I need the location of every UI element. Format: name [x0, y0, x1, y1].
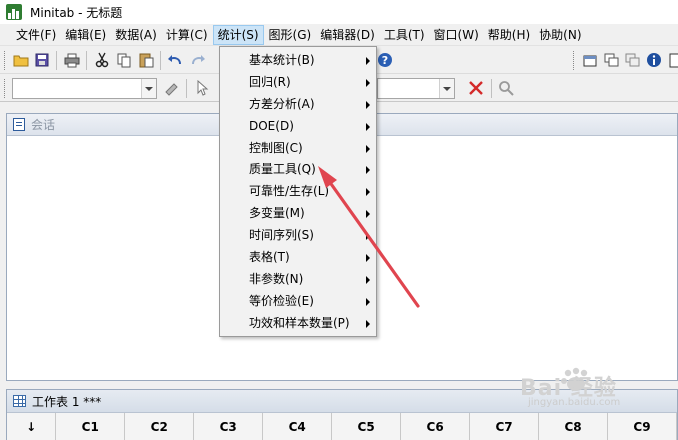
- menu-item[interactable]: 编辑器(D): [316, 25, 379, 45]
- submenu-arrow-icon: [366, 319, 370, 328]
- stat-menu-item-label: 功效和样本数量(P): [249, 315, 350, 330]
- column-header[interactable]: C3: [194, 413, 264, 440]
- chevron-down-icon[interactable]: [141, 79, 156, 98]
- stat-menu-item[interactable]: 时间序列(S): [220, 225, 376, 247]
- submenu-arrow-icon: [366, 166, 370, 175]
- session-title: 会话: [31, 118, 56, 132]
- submenu-arrow-icon: [366, 122, 370, 131]
- stat-menu-item-label: 时间序列(S): [249, 228, 314, 243]
- svg-text:?: ?: [382, 54, 388, 67]
- stat-menu-item-label: 方差分析(A): [249, 96, 315, 111]
- toolbar-grip[interactable]: [4, 79, 7, 98]
- undo-icon[interactable]: [166, 51, 184, 69]
- submenu-arrow-icon: [366, 297, 370, 306]
- stat-menu-item[interactable]: 方差分析(A): [220, 94, 376, 116]
- chevron-down-icon[interactable]: [439, 79, 454, 98]
- toolbar-grip[interactable]: [4, 51, 7, 70]
- submenu-arrow-icon: [366, 144, 370, 153]
- copy-icon[interactable]: [115, 51, 133, 69]
- stat-menu-item[interactable]: 非参数(N): [220, 269, 376, 291]
- cascade-windows-icon[interactable]: [624, 51, 642, 69]
- redo-icon[interactable]: [189, 51, 207, 69]
- submenu-arrow-icon: [366, 100, 370, 109]
- tile-windows-icon[interactable]: [603, 51, 621, 69]
- submenu-arrow-icon: [366, 210, 370, 219]
- session-icon: [13, 118, 25, 131]
- column-header[interactable]: C1: [56, 413, 126, 440]
- stat-menu-item-label: 基本统计(B): [249, 53, 315, 67]
- stat-menu-item-label: 可靠性/生存(L): [249, 184, 330, 199]
- watermark-url: jingyan.baidu.com: [528, 397, 621, 408]
- column-header[interactable]: C8: [539, 413, 609, 440]
- menu-item[interactable]: 数据(A): [111, 25, 161, 45]
- column-header[interactable]: C7: [470, 413, 540, 440]
- menu-item[interactable]: 编辑(E): [61, 25, 110, 45]
- minitab-app-icon: [6, 4, 22, 20]
- stat-menu-item[interactable]: 多变量(M): [220, 203, 376, 225]
- cut-icon[interactable]: [93, 51, 111, 69]
- data-direction-arrow[interactable]: ↓: [7, 413, 57, 440]
- stat-menu-item[interactable]: 等价检验(E): [220, 291, 376, 313]
- delete-x-icon[interactable]: [467, 79, 485, 97]
- stat-menu-item-label: 表格(T): [249, 250, 290, 265]
- menu-item[interactable]: 帮助(H): [484, 25, 534, 45]
- new-window-icon[interactable]: [581, 51, 599, 69]
- stat-menu-item-label: 多变量(M): [249, 206, 305, 221]
- stat-menu-item-label: DOE(D): [249, 118, 294, 133]
- stat-menu-item-label: 质量工具(Q): [249, 162, 316, 177]
- stat-menu-item-label: 非参数(N): [249, 271, 304, 286]
- edit-last-dialog-icon[interactable]: [163, 79, 181, 97]
- open-folder-icon[interactable]: [12, 51, 30, 69]
- document-icon[interactable]: [666, 51, 678, 69]
- stat-menu-item[interactable]: 可靠性/生存(L): [220, 181, 376, 203]
- worksheet-icon: [13, 395, 26, 407]
- stat-menu-item[interactable]: 表格(T): [220, 247, 376, 269]
- select-pointer-icon[interactable]: [193, 79, 211, 97]
- column-header[interactable]: C5: [332, 413, 402, 440]
- help-icon[interactable]: ?: [376, 51, 394, 69]
- column-header[interactable]: C6: [401, 413, 471, 440]
- stat-menu-item[interactable]: 基本统计(B): [220, 50, 376, 72]
- submenu-arrow-icon: [366, 232, 370, 241]
- command-combo[interactable]: [12, 78, 157, 99]
- menu-item[interactable]: 窗口(W): [430, 25, 483, 45]
- stat-menu-item[interactable]: 功效和样本数量(P): [220, 313, 376, 335]
- column-header-row: ↓ C1 C2 C3 C4 C5 C6 C7 C8 C9: [7, 413, 677, 440]
- paste-icon[interactable]: [137, 51, 155, 69]
- submenu-arrow-icon: [366, 188, 370, 197]
- stat-menu-item-label: 控制图(C): [249, 140, 303, 155]
- stat-menu-item[interactable]: 质量工具(Q): [220, 159, 376, 181]
- print-icon[interactable]: [63, 51, 81, 69]
- menu-statistics[interactable]: 统计(S): [212, 24, 264, 45]
- worksheet-title: 工作表 1 ***: [32, 394, 102, 409]
- title-bar: Minitab - 无标题: [0, 0, 678, 24]
- column-header[interactable]: C9: [608, 413, 677, 440]
- menu-item[interactable]: 文件(F): [12, 25, 60, 45]
- menu-item[interactable]: 计算(C): [162, 25, 212, 45]
- stat-menu-item[interactable]: 控制图(C): [220, 138, 376, 160]
- column-header[interactable]: C4: [263, 413, 333, 440]
- stat-menu-item[interactable]: DOE(D): [220, 116, 376, 138]
- search-icon[interactable]: [497, 79, 515, 97]
- stat-menu-item[interactable]: 回归(R): [220, 72, 376, 94]
- column-combo[interactable]: [377, 78, 455, 99]
- save-icon[interactable]: [33, 51, 51, 69]
- stat-dropdown-menu: 基本统计(B) 回归(R) 方差分析(A) DOE(D) 控制图(C) 质量工具(Q) 可靠…: [219, 46, 377, 337]
- info-icon[interactable]: [645, 51, 663, 69]
- column-header[interactable]: C2: [125, 413, 195, 440]
- baidu-watermark: Bai 经验 jingyan.baidu.com: [520, 366, 650, 410]
- submenu-arrow-icon: [366, 254, 370, 263]
- menu-bar: 文件(F) 编辑(E) 数据(A) 计算(C) 统计(S) 图形(G) 编辑器(D) 工具(T…: [0, 24, 678, 46]
- menu-item[interactable]: 协助(N): [535, 25, 585, 45]
- submenu-arrow-icon: [366, 275, 370, 284]
- toolbar-grip[interactable]: [573, 51, 576, 70]
- stat-menu-item-label: 回归(R): [249, 74, 291, 89]
- window-title: Minitab - 无标题: [30, 5, 123, 20]
- menu-item[interactable]: 工具(T): [380, 25, 429, 45]
- submenu-arrow-icon: [366, 57, 370, 65]
- submenu-arrow-icon: [366, 78, 370, 87]
- stat-menu-item-label: 等价检验(E): [249, 293, 314, 308]
- menu-item[interactable]: 图形(G): [265, 25, 316, 45]
